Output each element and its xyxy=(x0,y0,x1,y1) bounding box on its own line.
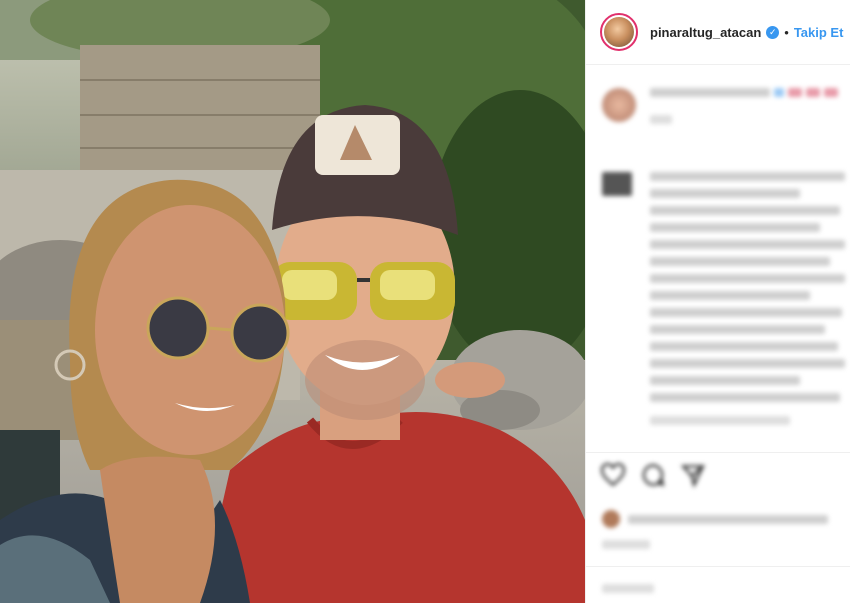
verified-badge-icon: ✓ xyxy=(766,25,780,39)
comment-avatar[interactable] xyxy=(602,172,632,196)
selfie-illustration xyxy=(0,0,585,603)
comment-icon[interactable] xyxy=(640,462,666,488)
separator-dot: • xyxy=(784,24,789,40)
likes-text-blurred[interactable] xyxy=(628,514,828,524)
heart-icon[interactable] xyxy=(600,462,626,488)
caption-avatar[interactable] xyxy=(602,88,636,122)
divider xyxy=(586,452,850,453)
likes-row xyxy=(602,510,828,528)
action-bar xyxy=(600,462,706,488)
add-comment-blurred xyxy=(602,584,654,593)
caption-text-blurred xyxy=(650,88,840,132)
divider xyxy=(586,566,850,567)
username-link[interactable]: pinaraltug_atacan xyxy=(650,25,761,40)
share-icon[interactable] xyxy=(680,462,706,488)
avatar[interactable] xyxy=(600,13,638,51)
add-comment-row[interactable] xyxy=(602,584,654,601)
post-photo xyxy=(0,0,585,603)
comment-item xyxy=(602,172,845,433)
post-side-panel: pinaraltug_atacan ✓ • Takip Et xyxy=(585,0,850,603)
timestamp-row xyxy=(602,540,650,557)
avatar-image xyxy=(604,17,634,47)
follow-button[interactable]: Takip Et xyxy=(794,25,844,40)
post-header: pinaraltug_atacan ✓ • Takip Et xyxy=(586,0,850,65)
timestamp-blurred xyxy=(602,540,650,549)
liker-avatar[interactable] xyxy=(602,510,620,528)
caption-row xyxy=(602,88,840,132)
comment-text-blurred xyxy=(650,172,845,433)
